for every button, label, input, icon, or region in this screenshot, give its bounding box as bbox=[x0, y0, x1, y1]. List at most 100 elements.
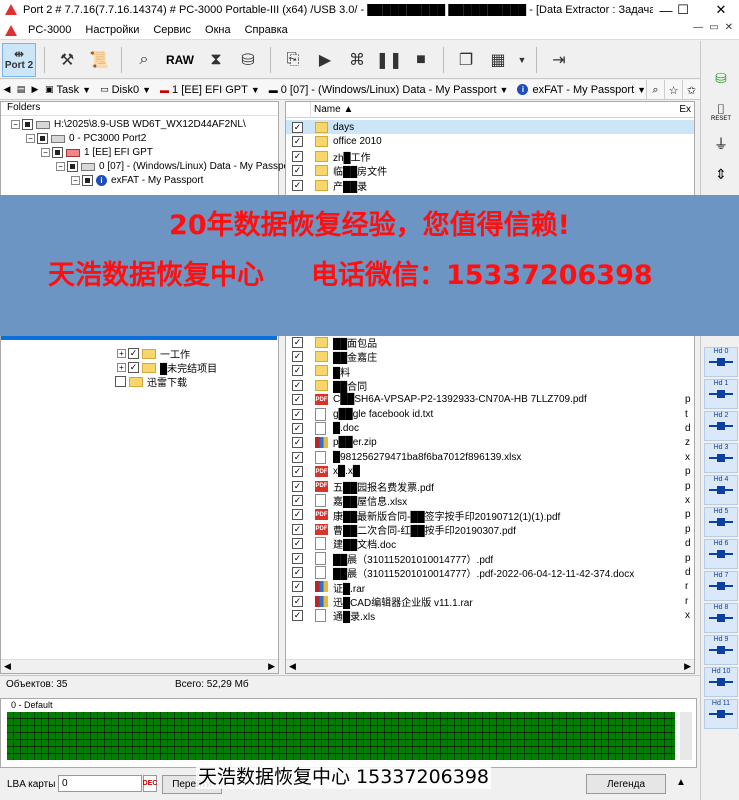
files-hscrollbar[interactable]: ◀ ▶ bbox=[286, 659, 694, 673]
file-checkbox[interactable] bbox=[292, 509, 303, 521]
hd-button-5[interactable]: Hd 5 bbox=[704, 507, 738, 537]
raw-button[interactable]: RAW bbox=[166, 53, 194, 67]
file-row[interactable]: 迅█CAD编辑器企业版 v11.1.rar r bbox=[286, 594, 694, 609]
file-checkbox[interactable] bbox=[292, 365, 303, 377]
file-checkbox[interactable] bbox=[292, 538, 303, 550]
file-row[interactable]: █981256279471ba8f6ba7012f896139.xlsx x bbox=[286, 450, 694, 464]
tree-item-efi[interactable]: − 1 [EE] EFI GPT bbox=[41, 145, 153, 160]
file-checkbox[interactable] bbox=[292, 423, 303, 435]
power-icon[interactable]: ⏚ bbox=[706, 129, 736, 159]
file-checkbox[interactable] bbox=[292, 523, 303, 535]
tree-item-data[interactable]: − 0 [07] - (Windows/Linux) Data - My Pass… bbox=[56, 159, 295, 174]
scroll-left-icon[interactable]: ◀ bbox=[289, 661, 296, 672]
file-row[interactable]: PDF 五██园报名费发票.pdf p bbox=[286, 479, 694, 494]
file-row[interactable]: p██er.zip z bbox=[286, 436, 694, 450]
tree-item-exfat[interactable]: − i exFAT - My Passport bbox=[71, 173, 203, 188]
map-vscrollbar[interactable] bbox=[680, 712, 692, 760]
dataset-icon[interactable]: ⛁ bbox=[234, 45, 262, 75]
file-row[interactable]: ██晨（310115201010014777）.pdf p bbox=[286, 551, 694, 566]
play-icon[interactable]: ▶ bbox=[311, 45, 339, 75]
file-checkbox[interactable] bbox=[292, 165, 303, 177]
scroll-icon[interactable]: 📜 bbox=[85, 45, 113, 75]
collapse-up-icon[interactable]: ▲ bbox=[676, 777, 686, 788]
favorite-add-icon[interactable]: ✩ bbox=[682, 80, 700, 99]
forward-arrow-icon[interactable]: ▶ bbox=[28, 84, 42, 95]
file-checkbox[interactable] bbox=[292, 437, 303, 449]
file-row[interactable]: ██面包品 bbox=[286, 335, 694, 350]
database-icon[interactable]: ⛁ bbox=[706, 63, 736, 93]
collapse-icon[interactable]: − bbox=[71, 176, 80, 185]
file-row[interactable]: PDF 康██最新版合同-██签字按手印20190712(1)(1).pdf p bbox=[286, 508, 694, 523]
file-row[interactable]: PDF 曹██二次合同-红██按手印20190307.pdf p bbox=[286, 522, 694, 537]
file-row[interactable]: ██金嘉庄 bbox=[286, 349, 694, 364]
tree-checkbox[interactable] bbox=[37, 133, 48, 144]
menu-settings[interactable]: Настройки bbox=[78, 24, 146, 36]
column-name[interactable]: Name ▲ bbox=[314, 104, 353, 115]
file-checkbox[interactable] bbox=[292, 121, 303, 133]
collapse-icon[interactable]: − bbox=[11, 120, 20, 129]
file-checkbox[interactable] bbox=[292, 394, 303, 406]
collapse-icon[interactable]: − bbox=[26, 134, 35, 143]
exit-icon[interactable]: ⇥ bbox=[545, 45, 573, 75]
file-checkbox[interactable] bbox=[292, 567, 303, 579]
image-icon[interactable]: ▦ bbox=[484, 45, 512, 75]
back-arrow-icon[interactable]: ◀ bbox=[0, 84, 14, 95]
dec-toggle[interactable]: DEC bbox=[143, 775, 157, 792]
breadcrumb-partition-1[interactable]: ▬ 1 [EE] EFI GPT ▼ bbox=[160, 84, 263, 96]
file-row[interactable]: ██晨（310115201010014777）.pdf-2022-06-04-1… bbox=[286, 565, 694, 580]
file-checkbox[interactable] bbox=[292, 480, 303, 492]
file-checkbox[interactable] bbox=[292, 379, 303, 391]
mdi-close-button[interactable]: ✕ bbox=[725, 22, 733, 33]
column-ext[interactable]: Ex bbox=[679, 104, 691, 115]
tree-checkbox[interactable]: ✓ bbox=[128, 362, 139, 373]
binoculars-icon[interactable]: ⌕ bbox=[130, 45, 158, 75]
tree-checkbox[interactable] bbox=[67, 161, 78, 172]
file-row[interactable]: office 2010 bbox=[286, 135, 694, 149]
tree-checkbox[interactable] bbox=[115, 376, 126, 387]
history-icon[interactable]: ▤ bbox=[14, 84, 28, 95]
expand-icon[interactable]: + bbox=[117, 363, 126, 372]
maximize-button[interactable]: ☐ bbox=[668, 0, 698, 20]
favorite-icon[interactable]: ☆ bbox=[664, 80, 682, 99]
pause-icon[interactable]: ❚❚ bbox=[375, 45, 403, 75]
file-checkbox[interactable] bbox=[292, 150, 303, 162]
file-row[interactable]: 临██房文件 bbox=[286, 164, 694, 178]
tools-icon[interactable]: ⚒ bbox=[53, 45, 81, 75]
breadcrumb-task[interactable]: ▣ Task ▼ bbox=[45, 84, 94, 96]
hd-button-1[interactable]: Hd 1 bbox=[704, 379, 738, 409]
menu-windows[interactable]: Окна bbox=[198, 24, 238, 36]
tree-item-port[interactable]: − 0 - PC3000 Port2 bbox=[26, 131, 146, 146]
search-icon[interactable]: ⌕ bbox=[646, 80, 664, 99]
legend-button[interactable]: Легенда bbox=[586, 774, 666, 794]
tree-checkbox[interactable] bbox=[82, 175, 93, 186]
expand-icon[interactable]: + bbox=[117, 349, 126, 358]
file-checkbox[interactable] bbox=[292, 552, 303, 564]
file-checkbox[interactable] bbox=[292, 179, 303, 191]
close-button[interactable]: ✕ bbox=[706, 0, 736, 20]
sector-map-grid[interactable] bbox=[7, 712, 675, 760]
file-row[interactable]: 嘉██屋信息.xlsx x bbox=[286, 493, 694, 508]
hd-button-2[interactable]: Hd 2 bbox=[704, 411, 738, 441]
lba-input[interactable] bbox=[58, 775, 142, 792]
file-row[interactable]: PDF x█.x█ p bbox=[286, 465, 694, 479]
tree-checkbox[interactable]: ✓ bbox=[128, 348, 139, 359]
file-row[interactable]: 建██文档.doc d bbox=[286, 537, 694, 551]
file-row[interactable]: PDF C██SH6A-VPSAP-P2-1392933-CN70A-HB 7LL… bbox=[286, 393, 694, 407]
folders-hscrollbar[interactable]: ◀ ▶ bbox=[1, 659, 278, 673]
file-row[interactable]: g██gle facebook id.txt t bbox=[286, 407, 694, 421]
hd-button-10[interactable]: Hd 10 bbox=[704, 667, 738, 697]
export-icon[interactable]: ⎘ bbox=[279, 45, 307, 75]
file-checkbox[interactable] bbox=[292, 466, 303, 478]
breadcrumb-filesystem[interactable]: i exFAT - My Passport ▼ bbox=[517, 84, 649, 96]
file-row[interactable]: █.doc d bbox=[286, 421, 694, 436]
file-row[interactable]: 通█录.xls x bbox=[286, 609, 694, 623]
file-row[interactable]: days bbox=[286, 120, 694, 135]
tree-item-folder[interactable]: + ✓ █未完结项目 bbox=[117, 360, 217, 375]
hd-button-7[interactable]: Hd 7 bbox=[704, 571, 738, 601]
reset-button[interactable]: ⌷ RESET bbox=[706, 97, 736, 127]
voltage-icon[interactable]: ⇕ bbox=[706, 159, 736, 189]
tree-checkbox[interactable] bbox=[22, 119, 33, 130]
file-checkbox[interactable] bbox=[292, 451, 303, 463]
file-row[interactable]: ██合同 bbox=[286, 378, 694, 393]
file-row[interactable]: zh█工作 bbox=[286, 149, 694, 164]
